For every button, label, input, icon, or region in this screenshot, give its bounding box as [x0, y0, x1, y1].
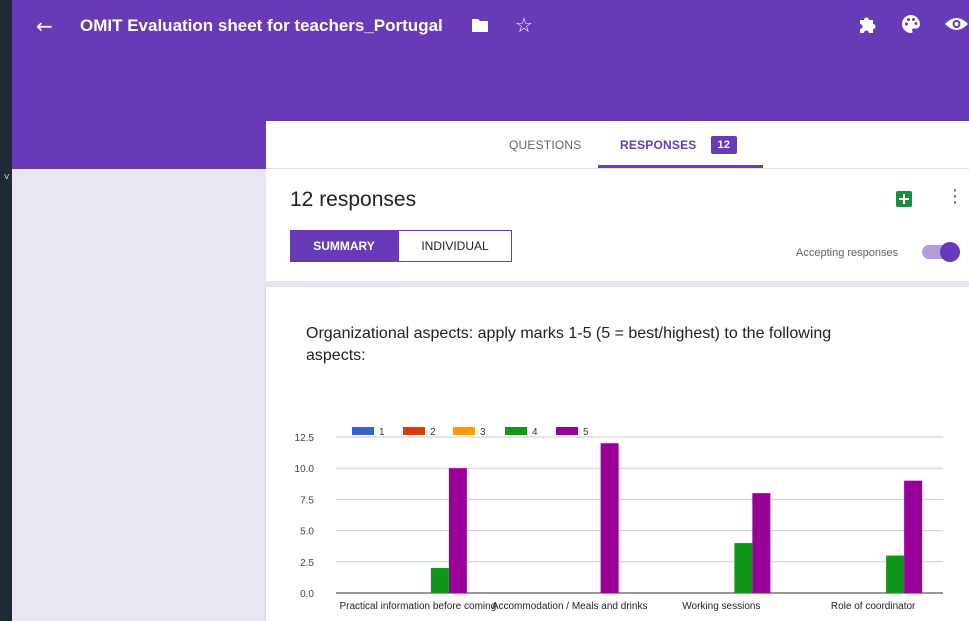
x-category-label: Accommodation / Meals and drinks — [492, 601, 648, 612]
responses-count-badge: 12 — [710, 135, 738, 154]
summary-button[interactable]: SUMMARY — [290, 230, 398, 262]
bar — [600, 443, 619, 593]
top-bar: ← OMIT Evaluation sheet for teachers_Por… — [12, 0, 969, 54]
bar — [904, 480, 923, 593]
y-tick-label: 5.0 — [300, 527, 314, 538]
form-title[interactable]: OMIT Evaluation sheet for teachers_Portu… — [80, 16, 443, 36]
tab-responses-label: RESPONSES — [620, 137, 697, 152]
star-icon[interactable]: ☆ — [515, 13, 533, 37]
x-category-label: Practical information before coming — [340, 601, 497, 612]
y-tick-label: 2.5 — [300, 558, 314, 569]
y-tick-label: 0.0 — [300, 589, 314, 600]
more-options-icon[interactable]: ⋮ — [946, 187, 964, 207]
active-tab-indicator — [598, 165, 763, 168]
tab-questions-label: QUESTIONS — [509, 137, 582, 152]
responses-count: 12 responses — [290, 188, 417, 211]
legend-label: 1 — [379, 427, 385, 438]
individual-button[interactable]: INDIVIDUAL — [398, 230, 512, 262]
y-tick-label: 10.0 — [295, 464, 315, 475]
bar — [886, 555, 905, 593]
accepting-responses-label: Accepting responses — [796, 247, 899, 259]
folder-icon[interactable] — [471, 17, 489, 33]
bar-chart: 0.0 2.5 5.0 7.5 10.0 12.5 1 2 3 4 5 Practical infor… — [295, 427, 943, 612]
palette-icon[interactable] — [900, 13, 922, 35]
responses-summary-card: 12 responses ⋮ SUMMARY INDIVIDUAL Accept… — [266, 169, 969, 281]
legend-label: 2 — [430, 427, 436, 438]
legend-swatch — [352, 427, 374, 435]
tabs-bar: QUESTIONS RESPONSES 12 — [266, 121, 969, 169]
bar — [734, 543, 753, 593]
toggle-knob[interactable] — [940, 242, 960, 262]
legend-swatch — [453, 427, 475, 435]
legend-label: 3 — [480, 427, 486, 438]
y-tick-label: 7.5 — [300, 495, 314, 506]
accepting-responses-toggle[interactable] — [922, 242, 960, 262]
bar — [430, 568, 449, 593]
bar — [752, 493, 771, 593]
legend-swatch — [403, 427, 425, 435]
legend-swatch — [505, 427, 527, 435]
bar — [448, 468, 467, 593]
legend-swatch — [556, 427, 578, 435]
legend-label: 4 — [532, 427, 538, 438]
y-tick-label: 12.5 — [295, 433, 315, 444]
back-arrow-icon[interactable]: ← — [36, 14, 53, 38]
window-edge: v — [0, 0, 12, 621]
edge-mark: v — [4, 172, 10, 182]
eye-icon[interactable] — [944, 13, 969, 35]
spreadsheet-icon[interactable] — [896, 191, 912, 207]
tab-questions[interactable]: QUESTIONS — [509, 121, 581, 168]
puzzle-icon[interactable] — [856, 13, 878, 35]
x-category-label: Role of coordinator — [831, 601, 916, 612]
legend-label: 5 — [583, 427, 589, 438]
x-category-label: Working sessions — [682, 601, 760, 612]
tab-responses[interactable]: RESPONSES 12 — [620, 121, 738, 168]
